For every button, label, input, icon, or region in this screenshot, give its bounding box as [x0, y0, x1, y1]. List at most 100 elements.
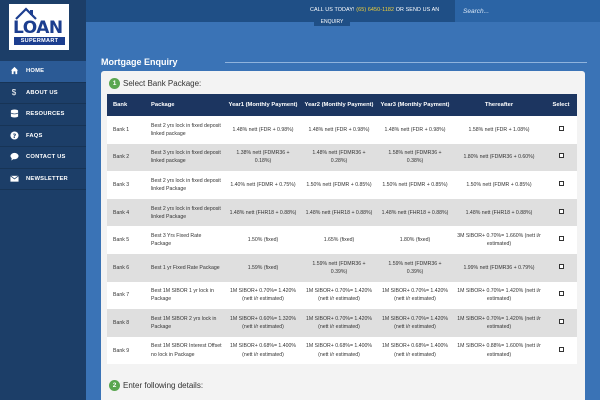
cell-year2: 1M SIBOR+ 0.70%= 1.420% (nett i/r estima…: [301, 281, 377, 310]
cell-year2: 1.48% nett (FDMR36 + 0.28%): [301, 143, 377, 172]
cell-year2: 1.48% nett (FDR + 0.98%): [301, 116, 377, 144]
cell-year1: 1.40% nett (FDMR + 0.75%): [225, 171, 301, 199]
dollar-icon: $: [11, 87, 17, 97]
select-package-checkbox[interactable]: [558, 153, 564, 159]
step-number-badge: 2: [109, 380, 120, 391]
sidebar-item-label: NEWSLETTER: [26, 175, 68, 182]
cell-year1: 1.48% nett (FHR18 + 0.88%): [225, 198, 301, 227]
cell-thereafter: 1M SIBOR+ 0.70%= 1.420% (nett i/r estima…: [453, 309, 545, 337]
cell-year3: 1M SIBOR+ 0.68%= 1.400% (nett i/r estima…: [377, 336, 453, 365]
step-label: Enter following details:: [123, 381, 204, 390]
column-header-year3: Year3 (Monthly Payment): [377, 94, 453, 116]
cell-year2: 1.65% (fixed): [301, 226, 377, 254]
chat-bubble-icon: [9, 152, 19, 162]
phone-link[interactable]: (65) 6450-1182: [356, 7, 394, 13]
cell-select: [545, 226, 577, 254]
sidebar-nav: HOME $ ABOUT US RESOURCES ? FAQS CONTACT…: [0, 61, 86, 190]
cell-package: Best 3 yrs lock in fixed deposit linked …: [145, 143, 225, 172]
cell-select: [545, 171, 577, 199]
call-us-text: CALL US TODAY! (65) 6450-1182 OR SEND US…: [310, 7, 439, 13]
cell-bank: Bank 1: [107, 116, 145, 144]
sidebar-item-home[interactable]: HOME: [0, 61, 86, 83]
cell-year2: 1.48% nett (FHR18 + 0.88%): [301, 198, 377, 227]
call-prefix: CALL US TODAY!: [310, 7, 357, 13]
cell-year2: 1M SIBOR+ 0.70%= 1.420% (nett i/r estima…: [301, 309, 377, 337]
select-package-checkbox[interactable]: [558, 263, 564, 269]
cell-bank: Bank 6: [107, 253, 145, 282]
cell-thereafter: 1.80% nett (FDMR36 + 0.60%): [453, 143, 545, 172]
select-package-checkbox[interactable]: [558, 236, 564, 242]
column-header-year2: Year2 (Monthly Payment): [301, 94, 377, 116]
select-package-checkbox[interactable]: [558, 125, 564, 131]
table-header-row: Bank Package Year1 (Monthly Payment) Yea…: [107, 94, 577, 116]
cell-year1: 1.59% (fixed): [225, 253, 301, 282]
search-box[interactable]: [455, 0, 600, 23]
select-package-checkbox[interactable]: [558, 318, 564, 324]
table-row: Bank 3 Best 2 yrs lock in fixed deposit l…: [107, 171, 577, 199]
cell-select: [545, 116, 577, 144]
cell-thereafter: 1.99% nett (FDMR36 + 0.79%): [453, 253, 545, 282]
question-icon: ?: [9, 131, 19, 141]
cell-year3: 1.80% (fixed): [377, 226, 453, 254]
database-icon: [9, 109, 19, 119]
logo[interactable]: LOAN SUPERMART: [9, 4, 69, 50]
sidebar-item-resources[interactable]: RESOURCES: [0, 104, 86, 126]
cell-year3: 1M SIBOR+ 0.70%= 1.420% (nett i/r estima…: [377, 309, 453, 337]
cell-year3: 1M SIBOR+ 0.70%= 1.420% (nett i/r estima…: [377, 281, 453, 310]
table-row: Bank 6 Best 1 yr Fixed Rate Package 1.59% …: [107, 253, 577, 282]
cell-year3: 1.58% nett (FDMR36 + 0.38%): [377, 143, 453, 172]
step-1-heading: 1 Select Bank Package:: [109, 78, 201, 89]
step-label: Select Bank Package:: [123, 79, 202, 88]
search-input[interactable]: [455, 0, 600, 23]
enquiry-link[interactable]: ENQUIRY: [314, 18, 350, 26]
sidebar-item-label: FAQS: [26, 132, 43, 139]
sidebar-item-about-us[interactable]: $ ABOUT US: [0, 83, 86, 104]
step-number-badge: 1: [109, 78, 120, 89]
cell-select: [545, 309, 577, 337]
cell-select: [545, 281, 577, 310]
cell-package: Best 1 yr Fixed Rate Package: [145, 253, 225, 282]
table-row: Bank 2 Best 3 yrs lock in fixed deposit l…: [107, 143, 577, 172]
cell-package: Best 2 yrs lock in fixed deposit linked …: [145, 116, 225, 144]
cell-select: [545, 336, 577, 365]
cell-select: [545, 253, 577, 282]
bank-package-table: Bank Package Year1 (Monthly Payment) Yea…: [107, 94, 577, 365]
cell-bank: Bank 5: [107, 226, 145, 254]
column-header-package: Package: [145, 94, 225, 116]
cell-select: [545, 143, 577, 172]
cell-thereafter: 3M SIBOR+ 0.70%= 1.660% (nett i/r estima…: [453, 226, 545, 254]
cell-thereafter: 1M SIBOR+ 0.88%= 1.600% (nett i/r estima…: [453, 336, 545, 365]
cell-year3: 1.59% nett (FDMR36 + 0.39%): [377, 253, 453, 282]
sidebar-item-faqs[interactable]: ? FAQS: [0, 126, 86, 147]
select-package-checkbox[interactable]: [558, 291, 564, 297]
table-row: Bank 1 Best 2 yrs lock in fixed deposit l…: [107, 116, 577, 144]
sidebar-item-label: ABOUT US: [26, 89, 58, 96]
cell-year1: 1M SIBOR+ 0.60%= 1.320% (nett i/r estima…: [225, 309, 301, 337]
logo-word: LOAN: [13, 18, 63, 38]
cell-thereafter: 1.50% nett (FDMR + 0.85%): [453, 171, 545, 199]
cell-year1: 1M SIBOR+ 0.68%= 1.400% (nett i/r estima…: [225, 336, 301, 365]
cell-year1: 1M SIBOR+ 0.70%= 1.420% (nett i/r estima…: [225, 281, 301, 310]
cell-year1: 1.38% nett (FDMR36 + 0.18%): [225, 143, 301, 172]
top-bar: CALL US TODAY! (65) 6450-1182 OR SEND US…: [0, 0, 600, 23]
select-package-checkbox[interactable]: [558, 208, 564, 214]
cell-package: Best 1M SIBOR Interest Offset no lock in…: [145, 336, 225, 365]
cell-bank: Bank 3: [107, 171, 145, 199]
cell-year2: 1.50% nett (FDMR + 0.85%): [301, 171, 377, 199]
cell-year1: 1.50% (fixed): [225, 226, 301, 254]
cell-year3: 1.50% nett (FDMR + 0.85%): [377, 171, 453, 199]
sidebar-item-newsletter[interactable]: NEWSLETTER: [0, 169, 86, 190]
cell-year3: 1.48% nett (FDR + 0.98%): [377, 116, 453, 144]
select-package-checkbox[interactable]: [558, 346, 564, 352]
select-package-checkbox[interactable]: [558, 180, 564, 186]
column-header-thereafter: Thereafter: [453, 94, 545, 116]
call-suffix: OR SEND US AN: [394, 7, 440, 13]
sidebar-item-contact-us[interactable]: CONTACT US: [0, 147, 86, 169]
cell-year3: 1.48% nett (FHR18 + 0.88%): [377, 198, 453, 227]
column-header-select: Select: [545, 94, 577, 116]
column-header-year1: Year1 (Monthly Payment): [225, 94, 301, 116]
cell-thereafter: 1M SIBOR+ 0.70%= 1.420% (nett i/r estima…: [453, 281, 545, 310]
cell-year2: 1M SIBOR+ 0.68%= 1.400% (nett i/r estima…: [301, 336, 377, 365]
cell-year1: 1.48% nett (FDR + 0.98%): [225, 116, 301, 144]
cell-thereafter: 1.48% nett (FHR18 + 0.88%): [453, 198, 545, 227]
